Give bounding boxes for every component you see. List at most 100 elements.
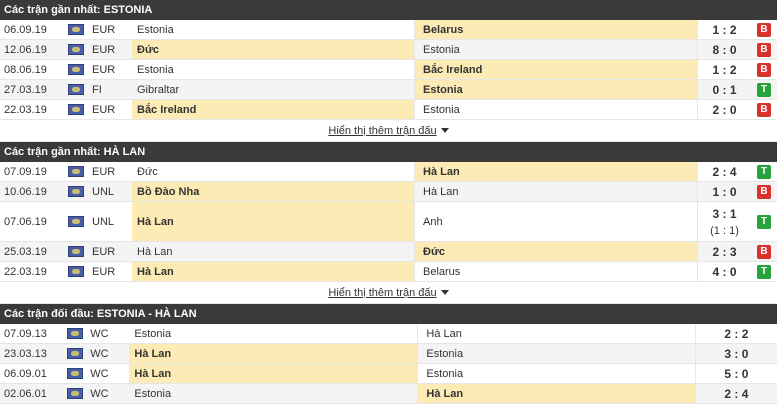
competition-flag-cell [61, 384, 88, 403]
competition-flag-cell [62, 162, 90, 181]
score-cell: 1 : 0 [698, 182, 751, 201]
away-team[interactable]: Hà Lan [415, 182, 698, 201]
away-team[interactable]: Anh [415, 202, 698, 241]
match-score: 1 : 2 [712, 22, 737, 37]
match-date: 07.09.13 [4, 327, 47, 340]
show-more-row: Hiển thị thêm trận đấu [0, 282, 777, 304]
home-team[interactable]: Estonia [132, 60, 415, 79]
competition-flag-icon [68, 266, 84, 277]
away-team[interactable]: Đức [415, 242, 698, 261]
result-badge: B [757, 244, 771, 259]
away-team[interactable]: Bắc Ireland [415, 60, 698, 79]
match-score: 2 : 2 [724, 326, 749, 341]
home-team[interactable]: Hà Lan [132, 242, 415, 261]
competition-flag-cell [61, 344, 88, 363]
competition-flag-icon [68, 186, 84, 197]
home-team[interactable]: Estonia [129, 324, 419, 343]
away-team[interactable]: Estonia [418, 364, 696, 383]
result-cell: T [751, 80, 777, 99]
section-title: Các trận gần nhất: ESTONIA [0, 0, 777, 20]
show-more-link[interactable]: Hiển thị thêm trận đấu [328, 124, 449, 137]
competition-code: UNL [92, 215, 115, 228]
competition-code: WC [90, 387, 109, 400]
home-team[interactable]: Estonia [132, 20, 415, 39]
match-score: 2 : 0 [712, 102, 737, 117]
competition-flag-icon [68, 104, 84, 115]
section-estonia-recent: Các trận gần nhất: ESTONIA 06.09.19 EUR Es… [0, 0, 777, 142]
result-badge: B [757, 22, 771, 37]
match-date: 02.06.01 [4, 387, 47, 400]
result-cell: T [751, 162, 777, 181]
away-team[interactable]: Estonia [415, 80, 698, 99]
result-cell: B [751, 20, 777, 39]
competition-code: EUR [92, 245, 116, 258]
home-team[interactable]: Bồ Đào Nha [132, 182, 415, 201]
home-team[interactable]: Đức [132, 162, 415, 181]
match-date: 06.09.19 [4, 23, 47, 36]
competition-flag-cell [62, 242, 90, 261]
caret-down-icon [440, 290, 449, 296]
table-row[interactable]: 23.03.13 WC Hà Lan Estonia 3 : 0 [0, 344, 777, 364]
home-team[interactable]: Estonia [129, 384, 419, 403]
show-more-label: Hiển thị thêm trận đấu [328, 124, 437, 137]
home-team[interactable]: Bắc Ireland [132, 100, 415, 119]
home-team[interactable]: Hà Lan [132, 262, 415, 281]
match-score: 4 : 0 [712, 264, 737, 279]
competition-flag-icon [68, 166, 84, 177]
match-date: 22.03.19 [4, 103, 47, 116]
table-row[interactable]: 08.06.19 EUR Estonia Bắc Ireland 1 : 2 B [0, 60, 777, 80]
table-row[interactable]: 25.03.19 EUR Hà Lan Đức 2 : 3 B [0, 242, 777, 262]
result-cell: T [751, 202, 777, 241]
away-team[interactable]: Belarus [415, 20, 698, 39]
away-team[interactable]: Hà Lan [418, 384, 696, 403]
away-team[interactable]: Hà Lan [418, 324, 696, 343]
table-row[interactable]: 27.03.19 FI Gibraltar Estonia 0 : 1 T [0, 80, 777, 100]
home-team[interactable]: Đức [132, 40, 415, 59]
result-badge: B [757, 42, 771, 57]
match-date: 27.03.19 [4, 83, 47, 96]
competition-flag-cell [62, 202, 90, 241]
match-list: 06.09.19 EUR Estonia Belarus 1 : 2 B 12.06.19 E… [0, 20, 777, 120]
result-cell: B [751, 242, 777, 261]
table-row[interactable]: 12.06.19 EUR Đức Estonia 8 : 0 B [0, 40, 777, 60]
away-team[interactable]: Estonia [418, 344, 696, 363]
home-team[interactable]: Hà Lan [129, 364, 419, 383]
table-row[interactable]: 07.09.19 EUR Đức Hà Lan 2 : 4 T [0, 162, 777, 182]
match-score: 5 : 0 [724, 366, 749, 381]
competition-flag-cell [61, 324, 88, 343]
result-cell: B [751, 182, 777, 201]
halftime-score: (1 : 1) [710, 224, 739, 237]
competition-code: UNL [92, 185, 115, 198]
score-cell: 1 : 2 [698, 20, 751, 39]
table-row[interactable]: 02.06.01 WC Estonia Hà Lan 2 : 4 [0, 384, 777, 404]
table-row[interactable]: 22.03.19 EUR Bắc Ireland Estonia 2 : 0 B [0, 100, 777, 120]
match-score: 2 : 3 [712, 244, 737, 259]
table-row[interactable]: 07.06.19 UNL Hà Lan Anh 3 : 1 (1 : 1) T [0, 202, 777, 242]
competition-code: EUR [92, 43, 116, 56]
competition-code: EUR [92, 23, 116, 36]
show-more-link[interactable]: Hiển thị thêm trận đấu [328, 287, 449, 299]
competition-flag-cell [62, 40, 90, 59]
away-team[interactable]: Estonia [415, 40, 698, 59]
away-team[interactable]: Hà Lan [415, 162, 698, 181]
result-badge: T [757, 164, 771, 179]
away-team[interactable]: Belarus [415, 262, 698, 281]
competition-flag-cell [62, 100, 90, 119]
home-team[interactable]: Hà Lan [129, 344, 419, 363]
competition-flag-cell [62, 20, 90, 39]
competition-code: WC [90, 327, 109, 340]
table-row[interactable]: 22.03.19 EUR Hà Lan Belarus 4 : 0 T [0, 262, 777, 282]
result-cell: B [751, 40, 777, 59]
home-team[interactable]: Gibraltar [132, 80, 415, 99]
competition-flag-cell [61, 364, 88, 383]
table-row[interactable]: 10.06.19 UNL Bồ Đào Nha Hà Lan 1 : 0 B [0, 182, 777, 202]
table-row[interactable]: 06.09.01 WC Hà Lan Estonia 5 : 0 [0, 364, 777, 384]
home-team[interactable]: Hà Lan [132, 202, 415, 241]
table-row[interactable]: 07.09.13 WC Estonia Hà Lan 2 : 2 [0, 324, 777, 344]
competition-code: EUR [92, 63, 116, 76]
score-cell: 3 : 1 (1 : 1) [698, 202, 751, 241]
table-row[interactable]: 06.09.19 EUR Estonia Belarus 1 : 2 B [0, 20, 777, 40]
competition-code: EUR [92, 265, 116, 278]
competition-flag-cell [62, 182, 90, 201]
away-team[interactable]: Estonia [415, 100, 698, 119]
